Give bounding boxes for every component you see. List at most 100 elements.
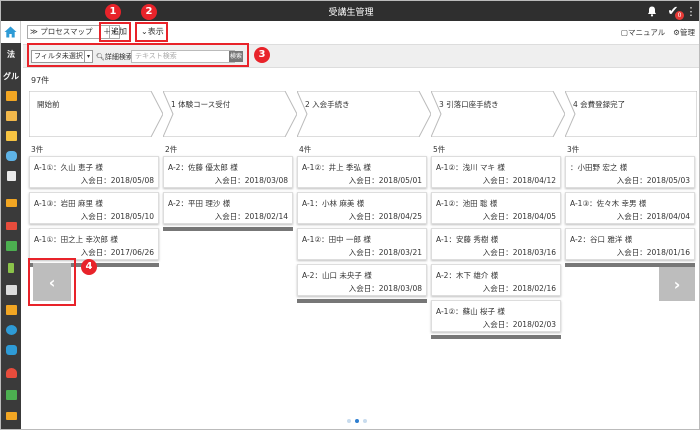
stage-debit-account[interactable]: 3 引落口座手続き xyxy=(431,91,565,137)
list-item[interactable]: A-2：木下 雄介 様入会日：2018/02/16 xyxy=(431,264,561,296)
column-count: 3件 xyxy=(567,145,580,154)
list-item[interactable]: A-1②：井上 季弘 様入会日：2018/05/01 xyxy=(297,156,427,188)
card-name: A-1②：田中 一郎 様 xyxy=(302,235,371,244)
card-name: A-1②：蘇山 桜子 様 xyxy=(436,307,505,316)
list-item[interactable]: ：小田野 宏之 様入会日：2018/05/03 xyxy=(565,156,695,188)
column-end-bar xyxy=(163,227,293,231)
card-name: A-1①：田之上 幸次郎 様 xyxy=(34,235,118,244)
more-menu-icon[interactable]: ⋮ xyxy=(686,3,697,19)
sidebar-item-group[interactable]: グル xyxy=(3,69,19,83)
book-icon[interactable] xyxy=(3,303,19,317)
list-item[interactable]: A-2：谷口 雅洋 様入会日：2018/01/16 xyxy=(565,228,695,260)
card-name: A-2：平田 理沙 様 xyxy=(168,199,231,208)
chart-icon[interactable] xyxy=(3,323,19,337)
admin-link[interactable]: ⚙管理 xyxy=(673,27,695,38)
card-date: 入会日：2018/02/14 xyxy=(214,212,288,221)
card-date: 入会日：2018/03/08 xyxy=(348,284,422,293)
stage-enrollment[interactable]: 2 入会手続き xyxy=(297,91,431,137)
folder-icon[interactable] xyxy=(3,129,19,143)
card-date: 入会日：2018/05/10 xyxy=(80,212,154,221)
list-item[interactable]: A-1：安藤 秀樹 様入会日：2018/03/16 xyxy=(431,228,561,260)
stage-pipeline: 開始前 1 体験コース受付 2 入会手続き 3 引落口座手続き 4 会費登録完了 xyxy=(29,91,697,137)
pagination-dots xyxy=(347,419,367,423)
manual-link[interactable]: ▢マニュアル xyxy=(621,27,665,38)
list-item[interactable]: A-1②：田中 一郎 様入会日：2018/03/21 xyxy=(297,228,427,260)
page-dot[interactable] xyxy=(347,419,351,423)
stage-label: 2 入会手続き xyxy=(305,100,350,109)
card-name: A-1：安藤 秀樹 様 xyxy=(436,235,499,244)
document-icon[interactable] xyxy=(3,169,19,183)
list-item[interactable]: A-1③：岩田 麻里 様入会日：2018/05/10 xyxy=(29,192,159,224)
calendar-icon[interactable] xyxy=(3,89,19,103)
list-item[interactable]: A-2：山口 未央子 様入会日：2018/03/08 xyxy=(297,264,427,296)
callout-box-add xyxy=(99,22,131,42)
stage-before-start[interactable]: 開始前 xyxy=(29,91,163,137)
callout-number-4: 4 xyxy=(81,259,97,275)
stage-label: 4 会費登録完了 xyxy=(573,100,626,109)
list-item[interactable]: A-1①：久山 恵子 様入会日：2018/05/08 xyxy=(29,156,159,188)
card-date: 入会日：2018/05/03 xyxy=(616,176,690,185)
total-count: 97件 xyxy=(31,76,50,85)
card-date: 入会日：2018/05/01 xyxy=(348,176,422,185)
card-date: 入会日：2018/04/12 xyxy=(482,176,556,185)
list-icon[interactable] xyxy=(3,196,19,210)
menu-list-icon[interactable] xyxy=(3,409,19,423)
card-name: A-2：山口 未央子 様 xyxy=(302,271,372,280)
chat-icon[interactable] xyxy=(3,149,19,163)
list-item[interactable]: A-1①：田之上 幸次郎 様入会日：2017/06/26 xyxy=(29,228,159,260)
mail-icon[interactable] xyxy=(3,219,19,233)
callout-number-1: 1 xyxy=(105,4,121,20)
column-count: 2件 xyxy=(165,145,178,154)
list-item[interactable]: A-1③：佐々木 幸男 様入会日：2018/04/04 xyxy=(565,192,695,224)
card-name: A-1②：池田 聡 様 xyxy=(436,199,498,208)
folder-bottom-icon[interactable] xyxy=(3,426,19,429)
list-item[interactable]: A-2：平田 理沙 様入会日：2018/02/14 xyxy=(163,192,293,224)
column-trial-course: 2件 A-2：佐藤 優太郎 様入会日：2018/03/08 A-2：平田 理沙 … xyxy=(163,144,293,231)
column-fee-registered: 3件 ：小田野 宏之 様入会日：2018/05/03 A-1③：佐々木 幸男 様… xyxy=(565,144,695,267)
stage-trial-course[interactable]: 1 体験コース受付 xyxy=(163,91,297,137)
card-name: A-1②：浅川 マキ 様 xyxy=(436,163,505,172)
callout-box-prev xyxy=(28,258,76,306)
callout-number-2: 2 xyxy=(141,4,157,20)
column-debit-account: 5件 A-1②：浅川 マキ 様入会日：2018/04/12 A-1②：池田 聡 … xyxy=(431,144,561,339)
column-end-bar xyxy=(297,299,427,303)
checkbox-icon[interactable] xyxy=(3,239,19,253)
home-icon[interactable] xyxy=(1,21,21,43)
list-item[interactable]: A-1②：池田 聡 様入会日：2018/04/05 xyxy=(431,192,561,224)
callout-number-3: 3 xyxy=(254,47,270,63)
task-check-icon[interactable]: ✔ 0 xyxy=(665,3,684,20)
database-icon[interactable] xyxy=(3,343,19,357)
card-date: 入会日：2018/04/25 xyxy=(348,212,422,221)
view-select-value: ≫ プロセスマップ xyxy=(30,27,93,36)
bell-icon[interactable] xyxy=(646,3,658,19)
list-item[interactable]: A-1②：浅川 マキ 様入会日：2018/04/12 xyxy=(431,156,561,188)
column-count: 4件 xyxy=(299,145,312,154)
sidebar-item-law[interactable]: 法 xyxy=(3,47,19,61)
card-name: A-1②：井上 季弘 様 xyxy=(302,163,371,172)
callout-box-view xyxy=(135,22,168,42)
card-name: A-2：谷口 雅洋 様 xyxy=(570,235,633,244)
image-icon[interactable] xyxy=(3,109,19,123)
page-dot[interactable] xyxy=(363,419,367,423)
card-name: A-1③：佐々木 幸男 様 xyxy=(570,199,647,208)
column-count: 3件 xyxy=(31,145,44,154)
list-item[interactable]: A-1②：蘇山 桜子 様入会日：2018/02/03 xyxy=(431,300,561,332)
task-icon[interactable] xyxy=(3,388,19,402)
card-name: A-1：小林 麻美 様 xyxy=(302,199,365,208)
book-icon: ▢ xyxy=(620,28,628,37)
card-date: 入会日：2018/02/16 xyxy=(482,284,556,293)
column-end-bar xyxy=(431,335,561,339)
card-date: 入会日：2018/05/08 xyxy=(80,176,154,185)
headset-icon[interactable] xyxy=(3,366,19,380)
stage-fee-registered[interactable]: 4 会費登録完了 xyxy=(565,91,697,137)
page-dot-active[interactable] xyxy=(355,419,359,423)
card-date: 入会日：2018/02/03 xyxy=(482,320,556,329)
card-name: A-2：木下 雄介 様 xyxy=(436,271,499,280)
card-date: 入会日：2018/04/04 xyxy=(616,212,690,221)
notes-icon[interactable] xyxy=(3,283,19,297)
list-item[interactable]: A-1：小林 麻美 様入会日：2018/04/25 xyxy=(297,192,427,224)
next-page-button[interactable]: › xyxy=(659,267,695,301)
flag-icon[interactable] xyxy=(3,261,19,275)
list-item[interactable]: A-2：佐藤 優太郎 様入会日：2018/03/08 xyxy=(163,156,293,188)
card-name: ：小田野 宏之 様 xyxy=(570,163,628,172)
